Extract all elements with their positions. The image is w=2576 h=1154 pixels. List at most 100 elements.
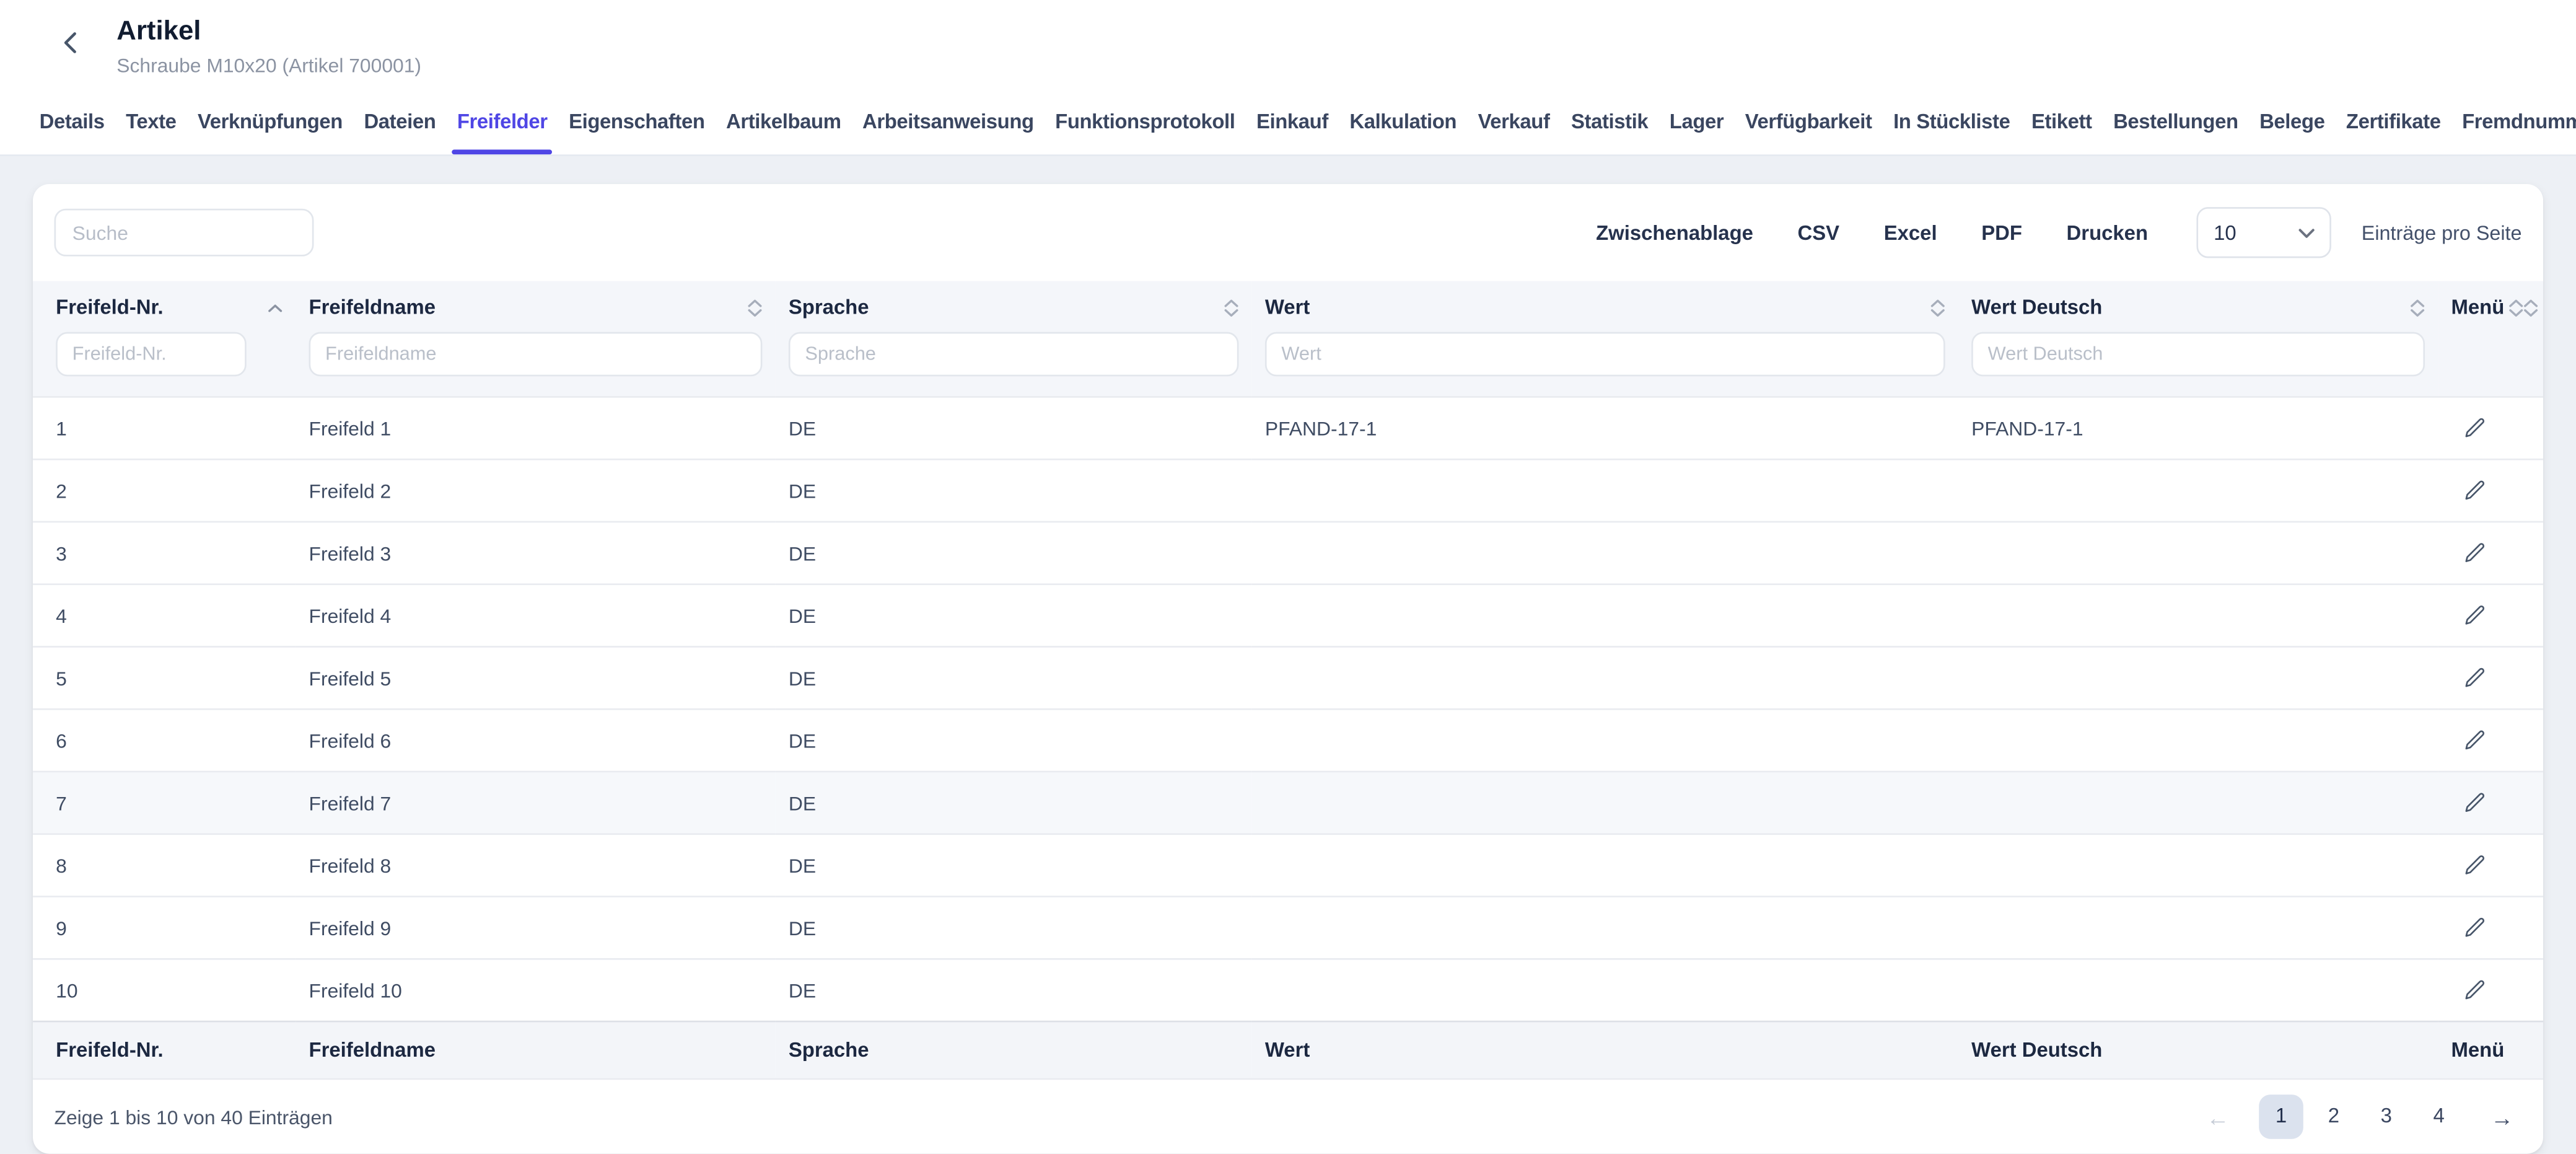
pencil-icon — [2462, 853, 2487, 878]
filter-input-freifeldname[interactable] — [309, 332, 763, 377]
sort-icon — [2410, 298, 2425, 316]
tab-eigenschaften[interactable]: Eigenschaften — [569, 87, 704, 155]
next-page-button[interactable]: → — [2482, 1104, 2522, 1130]
cell-menu — [2438, 834, 2510, 897]
tab-freifelder[interactable]: Freifelder — [457, 87, 548, 155]
cell-wert — [1252, 584, 1958, 647]
tab-verfügbarkeit[interactable]: Verfügbarkeit — [1745, 87, 1872, 155]
table-row[interactable]: 10Freifeld 10DE — [33, 959, 2543, 1021]
tab-belege[interactable]: Belege — [2259, 87, 2324, 155]
cell-menu — [2438, 897, 2510, 959]
tab-verknüpfungen[interactable]: Verknüpfungen — [198, 87, 343, 155]
table-row[interactable]: 3Freifeld 3DE — [33, 522, 2543, 584]
edit-row-button[interactable] — [2462, 915, 2487, 940]
cell-freifeld-nr: 8 — [33, 834, 296, 897]
edit-row-button[interactable] — [2462, 728, 2487, 753]
arrow-left-icon: ← — [2206, 1104, 2229, 1130]
tab-in-stückliste[interactable]: In Stückliste — [1893, 87, 2010, 155]
edit-row-button[interactable] — [2462, 791, 2487, 816]
filter-input-wert-deutsch[interactable] — [1971, 332, 2425, 377]
column-header-wert-deutsch[interactable]: Wert Deutsch — [1958, 281, 2438, 332]
cell-sprache: DE — [776, 834, 1252, 897]
table-row[interactable]: 8Freifeld 8DE — [33, 834, 2543, 897]
pencil-icon — [2462, 540, 2487, 565]
previous-page-button[interactable]: ← — [2198, 1104, 2238, 1130]
cell-menu — [2438, 459, 2510, 522]
tab-texte[interactable]: Texte — [126, 87, 176, 155]
cell-wert — [1252, 709, 1958, 772]
page-size-select[interactable]: 10 — [2197, 207, 2332, 258]
edit-row-button[interactable] — [2462, 603, 2487, 628]
filter-input-sprache[interactable] — [789, 332, 1239, 377]
back-button[interactable] — [63, 31, 77, 54]
column-header-menü[interactable]: Menü — [2438, 281, 2510, 332]
edit-row-button[interactable] — [2462, 540, 2487, 565]
tab-verkauf[interactable]: Verkauf — [1478, 87, 1550, 155]
tab-funktionsprotokoll[interactable]: Funktionsprotokoll — [1055, 87, 1235, 155]
cell-sprache: DE — [776, 772, 1252, 834]
cell-sprache: DE — [776, 959, 1252, 1021]
table-row[interactable]: 7Freifeld 7DE — [33, 772, 2543, 834]
tab-arbeitsanweisung[interactable]: Arbeitsanweisung — [862, 87, 1034, 155]
tab-fremdnummern[interactable]: Fremdnummern — [2462, 87, 2576, 155]
pencil-icon — [2462, 915, 2487, 940]
column-header-sprache[interactable]: Sprache — [776, 281, 1252, 332]
edit-row-button[interactable] — [2462, 666, 2487, 690]
excel-export-button[interactable]: Excel — [1884, 221, 1937, 244]
table-row[interactable]: 5Freifeld 5DE — [33, 646, 2543, 709]
tab-bestellungen[interactable]: Bestellungen — [2113, 87, 2238, 155]
cell-wert — [1252, 646, 1958, 709]
toolbar-right: ZwischenablageCSVExcelPDFDrucken 10 Eint… — [1596, 207, 2521, 258]
cell-freifeld-nr: 5 — [33, 646, 296, 709]
table-header-row: Freifeld-Nr.FreifeldnameSpracheWert Wert … — [33, 281, 2543, 332]
table-row[interactable]: 9Freifeld 9DE — [33, 897, 2543, 959]
column-header-freifeld-nr[interactable]: Freifeld-Nr. — [33, 281, 296, 332]
tab-etikett[interactable]: Etikett — [2031, 87, 2092, 155]
cell-freifeldname: Freifeld 5 — [296, 646, 775, 709]
search-input[interactable] — [55, 209, 314, 257]
tab-einkauf[interactable]: Einkauf — [1256, 87, 1328, 155]
zwischenablage-export-button[interactable]: Zwischenablage — [1596, 221, 1753, 244]
tab-artikelbaum[interactable]: Artikelbaum — [726, 87, 841, 155]
cell-extra — [2510, 959, 2543, 1021]
edit-row-button[interactable] — [2462, 478, 2487, 503]
tab-statistik[interactable]: Statistik — [1571, 87, 1648, 155]
tab-kalkulation[interactable]: Kalkulation — [1349, 87, 1457, 155]
page-subtitle: Schraube M10x20 (Artikel 700001) — [116, 54, 421, 77]
table-row[interactable]: 4Freifeld 4DE — [33, 584, 2543, 647]
page-button-1[interactable]: 1 — [2259, 1095, 2303, 1139]
cell-freifeld-nr: 1 — [33, 397, 296, 459]
csv-export-button[interactable]: CSV — [1798, 221, 1840, 244]
column-header-wert[interactable]: Wert — [1252, 281, 1958, 332]
cell-freifeldname: Freifeld 8 — [296, 834, 775, 897]
cell-freifeldname: Freifeld 9 — [296, 897, 775, 959]
table-row[interactable]: 2Freifeld 2DE — [33, 459, 2543, 522]
page-button-4[interactable]: 4 — [2417, 1095, 2461, 1139]
tab-dateien[interactable]: Dateien — [364, 87, 436, 155]
footer-column-menü: Menü — [2438, 1021, 2510, 1078]
cell-extra — [2510, 584, 2543, 647]
cell-wert — [1252, 897, 1958, 959]
cell-menu — [2438, 772, 2510, 834]
edit-row-button[interactable] — [2462, 978, 2487, 1003]
pdf-export-button[interactable]: PDF — [1981, 221, 2022, 244]
cell-wert-deutsch — [1958, 959, 2438, 1021]
table-row[interactable]: 1Freifeld 1DEPFAND-17-1PFAND-17-1 — [33, 397, 2543, 459]
tab-lager[interactable]: Lager — [1670, 87, 1724, 155]
edit-row-button[interactable] — [2462, 416, 2487, 441]
drucken-export-button[interactable]: Drucken — [2067, 221, 2149, 244]
filter-input-freifeld-nr[interactable] — [56, 332, 247, 377]
cell-extra — [2510, 459, 2543, 522]
column-label: Wert Deutsch — [1971, 296, 2102, 319]
tab-zertifikate[interactable]: Zertifikate — [2346, 87, 2441, 155]
column-header-freifeldname[interactable]: Freifeldname — [296, 281, 775, 332]
entries-info: Zeige 1 bis 10 von 40 Einträgen — [55, 1105, 333, 1128]
page-button-3[interactable]: 3 — [2364, 1095, 2409, 1139]
table-row[interactable]: 6Freifeld 6DE — [33, 709, 2543, 772]
filter-input-wert[interactable] — [1265, 332, 1945, 377]
edit-row-button[interactable] — [2462, 853, 2487, 878]
cell-sprache: DE — [776, 522, 1252, 584]
page-button-2[interactable]: 2 — [2311, 1095, 2356, 1139]
cell-freifeld-nr: 4 — [33, 584, 296, 647]
tab-details[interactable]: Details — [40, 87, 105, 155]
